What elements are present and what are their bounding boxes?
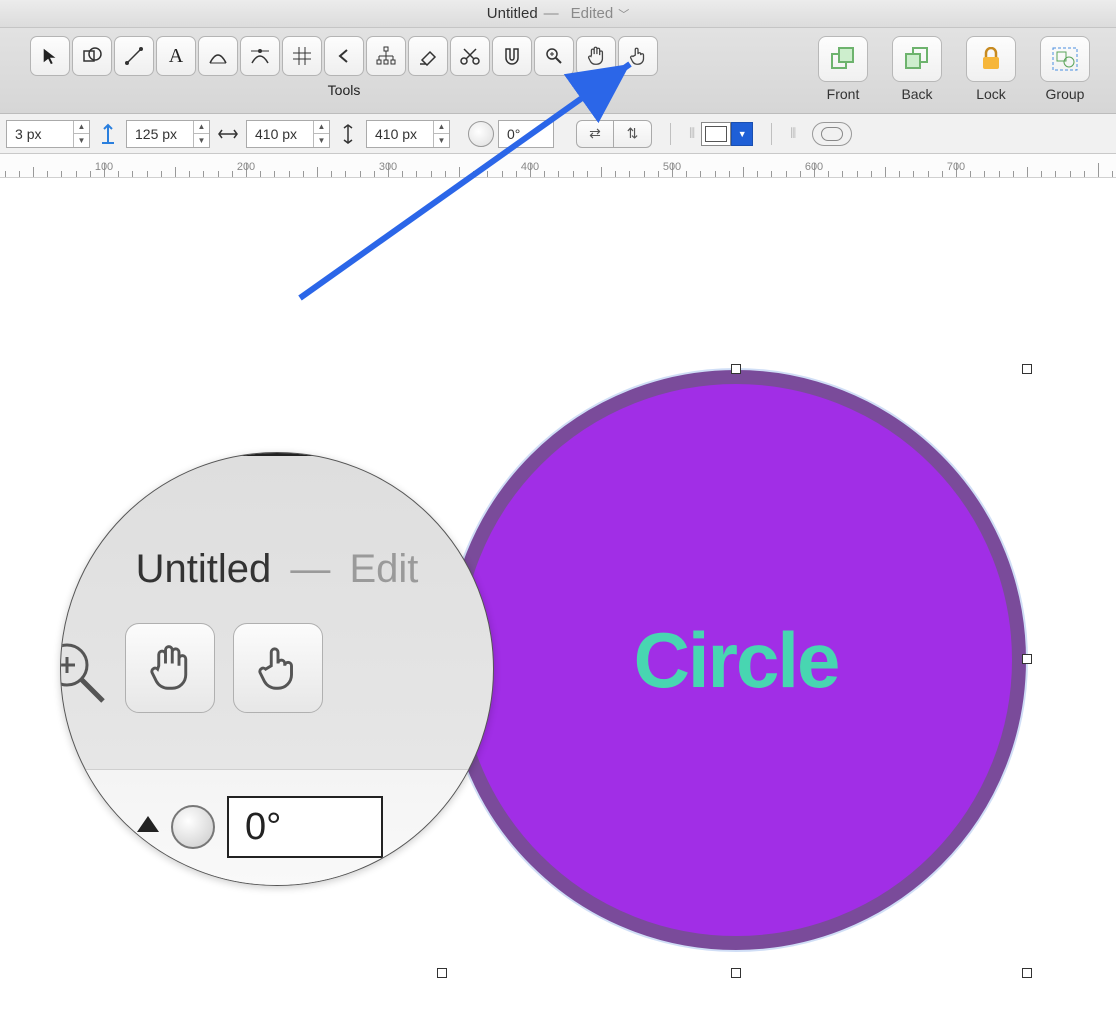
y-value: 125	[135, 126, 158, 142]
lens-triangle-icon	[137, 816, 159, 832]
bezier-tool[interactable]	[198, 36, 238, 76]
lens-action-click-tool	[233, 623, 323, 713]
lock-label: Lock	[976, 86, 1006, 102]
bring-front-button[interactable]	[818, 36, 868, 82]
circle-shape[interactable]: Circle	[446, 370, 1026, 950]
selection-handle[interactable]	[731, 364, 741, 374]
flip-vertical-button[interactable]: ⇅	[614, 120, 652, 148]
arrange-tools: Front Back Lock Group	[818, 36, 1090, 102]
y-unit: px	[162, 126, 177, 142]
group-button[interactable]	[1040, 36, 1090, 82]
ruler-mark: 100	[95, 161, 113, 173]
angle-dial[interactable]	[468, 121, 494, 147]
grid-tool[interactable]	[282, 36, 322, 76]
fill-swatch[interactable]	[701, 122, 731, 146]
eraser-tool[interactable]	[408, 36, 448, 76]
lens-status: Edit	[349, 547, 418, 591]
edit-points-tool[interactable]	[240, 36, 280, 76]
lens-angle-value: 0°	[245, 806, 281, 849]
back-label: Back	[901, 86, 932, 102]
tools-group: A Tools	[30, 36, 658, 98]
lens-zoom-tool-partial	[60, 635, 115, 713]
selection-tool[interactable]	[30, 36, 70, 76]
tools-label: Tools	[328, 82, 361, 98]
w-stepper[interactable]: ▲▼	[313, 121, 329, 147]
properties-bar: 3 px ▲▼ 125 px ▲▼ 410 px ▲▼ 410 px ▲▼ 0° ⇄ ⇅…	[0, 114, 1116, 154]
circle-text: Circle	[634, 615, 839, 706]
lock-button[interactable]	[966, 36, 1016, 82]
y-field[interactable]: 125 px ▲▼	[126, 120, 210, 148]
lens-hand-tool	[125, 623, 215, 713]
width-field[interactable]: 410 px ▲▼	[246, 120, 330, 148]
ruler-mark: 200	[237, 161, 255, 173]
align-icon: ⦀	[790, 125, 796, 142]
angle-value: 0°	[507, 126, 520, 142]
h-stepper[interactable]: ▲▼	[433, 121, 449, 147]
flip-horizontal-button[interactable]: ⇄	[576, 120, 614, 148]
align-icon: ⦀	[689, 125, 695, 142]
x-unit: px	[27, 126, 42, 142]
separator	[771, 123, 772, 145]
lens-separator: —	[290, 547, 330, 591]
x-field[interactable]: 3 px ▲▼	[6, 120, 90, 148]
hand-tool[interactable]	[576, 36, 616, 76]
action-click-tool[interactable]	[618, 36, 658, 76]
window-titlebar: Untitled — Edited ﹀	[0, 0, 1116, 28]
ruler-mark: 300	[379, 161, 397, 173]
h-value: 410	[375, 126, 398, 142]
y-axis-icon	[96, 123, 120, 145]
lens-title: Untitled — Edit	[61, 547, 493, 592]
h-unit: px	[402, 126, 417, 142]
lens-angle-field: 0°	[227, 796, 383, 858]
y-stepper[interactable]: ▲▼	[193, 121, 209, 147]
canvas[interactable]: Circle Untitled — Edit	[0, 178, 1116, 1034]
main-toolbar: A Tools Front Back Lock Group	[0, 28, 1116, 114]
selection-handle[interactable]	[731, 968, 741, 978]
height-field[interactable]: 410 px ▲▼	[366, 120, 450, 148]
selection-handle[interactable]	[1022, 364, 1032, 374]
lens-angle-dial	[171, 805, 215, 849]
w-value: 410	[255, 126, 278, 142]
ruler-mark: 700	[947, 161, 965, 173]
angle-field[interactable]: 0°	[498, 120, 554, 148]
title-separator: —	[544, 5, 559, 22]
magnet-tool[interactable]	[492, 36, 532, 76]
selection-handle[interactable]	[1022, 654, 1032, 664]
zoom-tool[interactable]	[534, 36, 574, 76]
w-unit: px	[282, 126, 297, 142]
lens-lower-bar: 0°	[61, 769, 493, 885]
ruler-mark: 500	[663, 161, 681, 173]
magnifier-callout: Untitled — Edit 0°	[60, 452, 494, 886]
chevron-down-icon[interactable]: ﹀	[618, 6, 629, 22]
lens-doc-name: Untitled	[136, 547, 272, 591]
width-icon	[216, 126, 240, 142]
line-tool[interactable]	[114, 36, 154, 76]
x-stepper[interactable]: ▲▼	[73, 121, 89, 147]
hierarchy-tool[interactable]	[366, 36, 406, 76]
stroke-style[interactable]	[812, 122, 852, 146]
send-back-button[interactable]	[892, 36, 942, 82]
fill-dropdown[interactable]: ▼	[731, 122, 753, 146]
front-label: Front	[827, 86, 860, 102]
tools-row: A	[30, 36, 658, 76]
scissors-tool[interactable]	[450, 36, 490, 76]
ruler-mark: 600	[805, 161, 823, 173]
back-arrow-tool[interactable]	[324, 36, 364, 76]
group-label: Group	[1046, 86, 1085, 102]
x-value: 3	[15, 126, 23, 142]
ruler-mark: 400	[521, 161, 539, 173]
shape-tool[interactable]	[72, 36, 112, 76]
separator	[670, 123, 671, 145]
document-name: Untitled	[487, 5, 538, 22]
height-icon	[336, 123, 360, 145]
document-status: Edited	[571, 5, 614, 22]
text-tool[interactable]: A	[156, 36, 196, 76]
horizontal-ruler: 100 200 300 400 500 600 700	[0, 154, 1116, 178]
selection-handle[interactable]	[437, 968, 447, 978]
selection-handle[interactable]	[1022, 968, 1032, 978]
